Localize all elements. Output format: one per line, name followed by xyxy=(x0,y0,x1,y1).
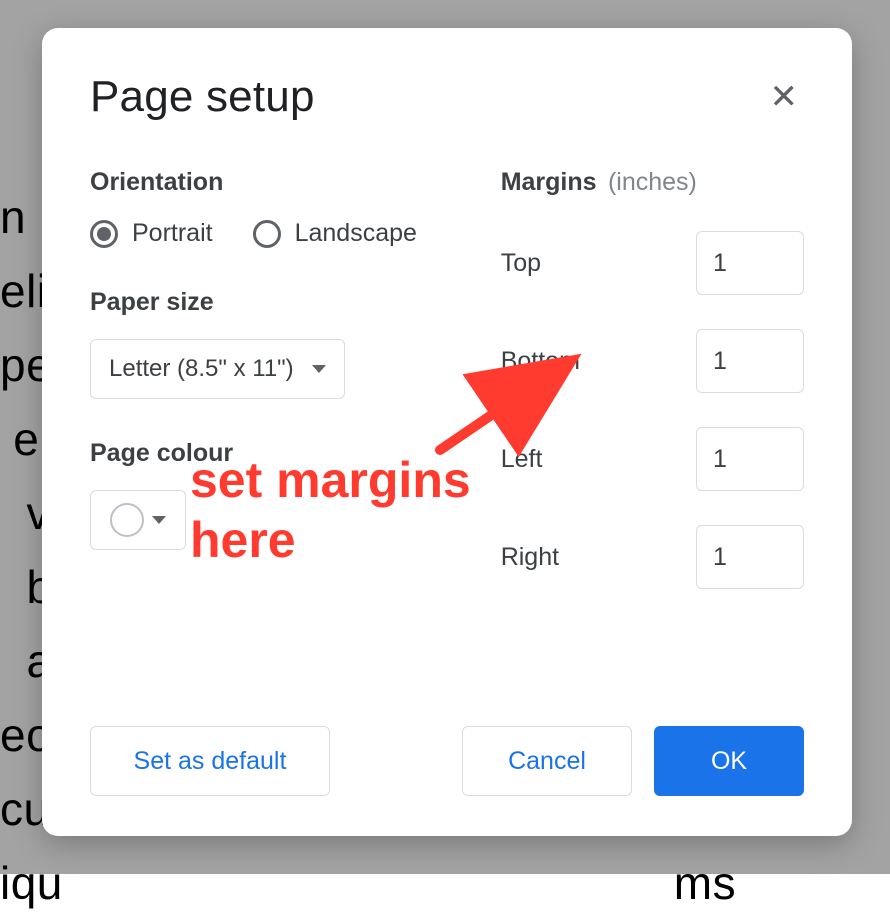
margins-header: Margins (inches) xyxy=(501,168,804,197)
portrait-label: Portrait xyxy=(132,219,213,248)
cancel-button[interactable]: Cancel xyxy=(462,726,632,796)
orientation-portrait[interactable]: Portrait xyxy=(90,219,213,248)
chevron-down-icon xyxy=(312,365,326,373)
dialog-button-bar: Set as default Cancel OK xyxy=(90,726,804,796)
margin-top-label: Top xyxy=(501,249,541,278)
dialog-title: Page setup xyxy=(90,72,315,122)
margin-row-top: Top xyxy=(501,231,804,295)
page-color-label: Page colour xyxy=(90,439,461,468)
orientation-label: Orientation xyxy=(90,168,461,197)
landscape-label: Landscape xyxy=(295,219,417,248)
chevron-down-icon xyxy=(152,516,166,524)
radio-icon xyxy=(90,220,118,248)
set-as-default-button[interactable]: Set as default xyxy=(90,726,330,796)
margin-right-input[interactable] xyxy=(696,525,804,589)
color-swatch-icon xyxy=(110,503,144,537)
right-column: Margins (inches) Top Bottom Left Right xyxy=(501,168,804,589)
orientation-landscape[interactable]: Landscape xyxy=(253,219,417,248)
margins-label: Margins xyxy=(501,168,597,196)
margin-left-label: Left xyxy=(501,445,543,474)
ok-button[interactable]: OK xyxy=(654,726,804,796)
radio-icon xyxy=(253,220,281,248)
margin-bottom-input[interactable] xyxy=(696,329,804,393)
page-setup-dialog: Page setup ✕ Orientation Portrait Landsc… xyxy=(42,28,852,836)
page-color-select[interactable] xyxy=(90,490,186,550)
margin-bottom-label: Bottom xyxy=(501,347,580,376)
margin-left-input[interactable] xyxy=(696,427,804,491)
paper-size-select[interactable]: Letter (8.5" x 11") xyxy=(90,339,345,399)
margin-row-left: Left xyxy=(501,427,804,491)
margin-top-input[interactable] xyxy=(696,231,804,295)
dialog-content: Orientation Portrait Landscape Paper siz… xyxy=(90,168,804,589)
margin-row-right: Right xyxy=(501,525,804,589)
left-column: Orientation Portrait Landscape Paper siz… xyxy=(90,168,461,589)
paper-size-label: Paper size xyxy=(90,288,461,317)
dialog-header: Page setup ✕ xyxy=(90,72,804,122)
close-icon[interactable]: ✕ xyxy=(764,80,805,114)
paper-size-value: Letter (8.5" x 11") xyxy=(109,355,294,383)
margin-row-bottom: Bottom xyxy=(501,329,804,393)
orientation-radio-group: Portrait Landscape xyxy=(90,219,461,248)
margin-right-label: Right xyxy=(501,543,559,572)
margins-unit-text: (inches) xyxy=(608,168,697,196)
margins-unit xyxy=(601,168,608,196)
